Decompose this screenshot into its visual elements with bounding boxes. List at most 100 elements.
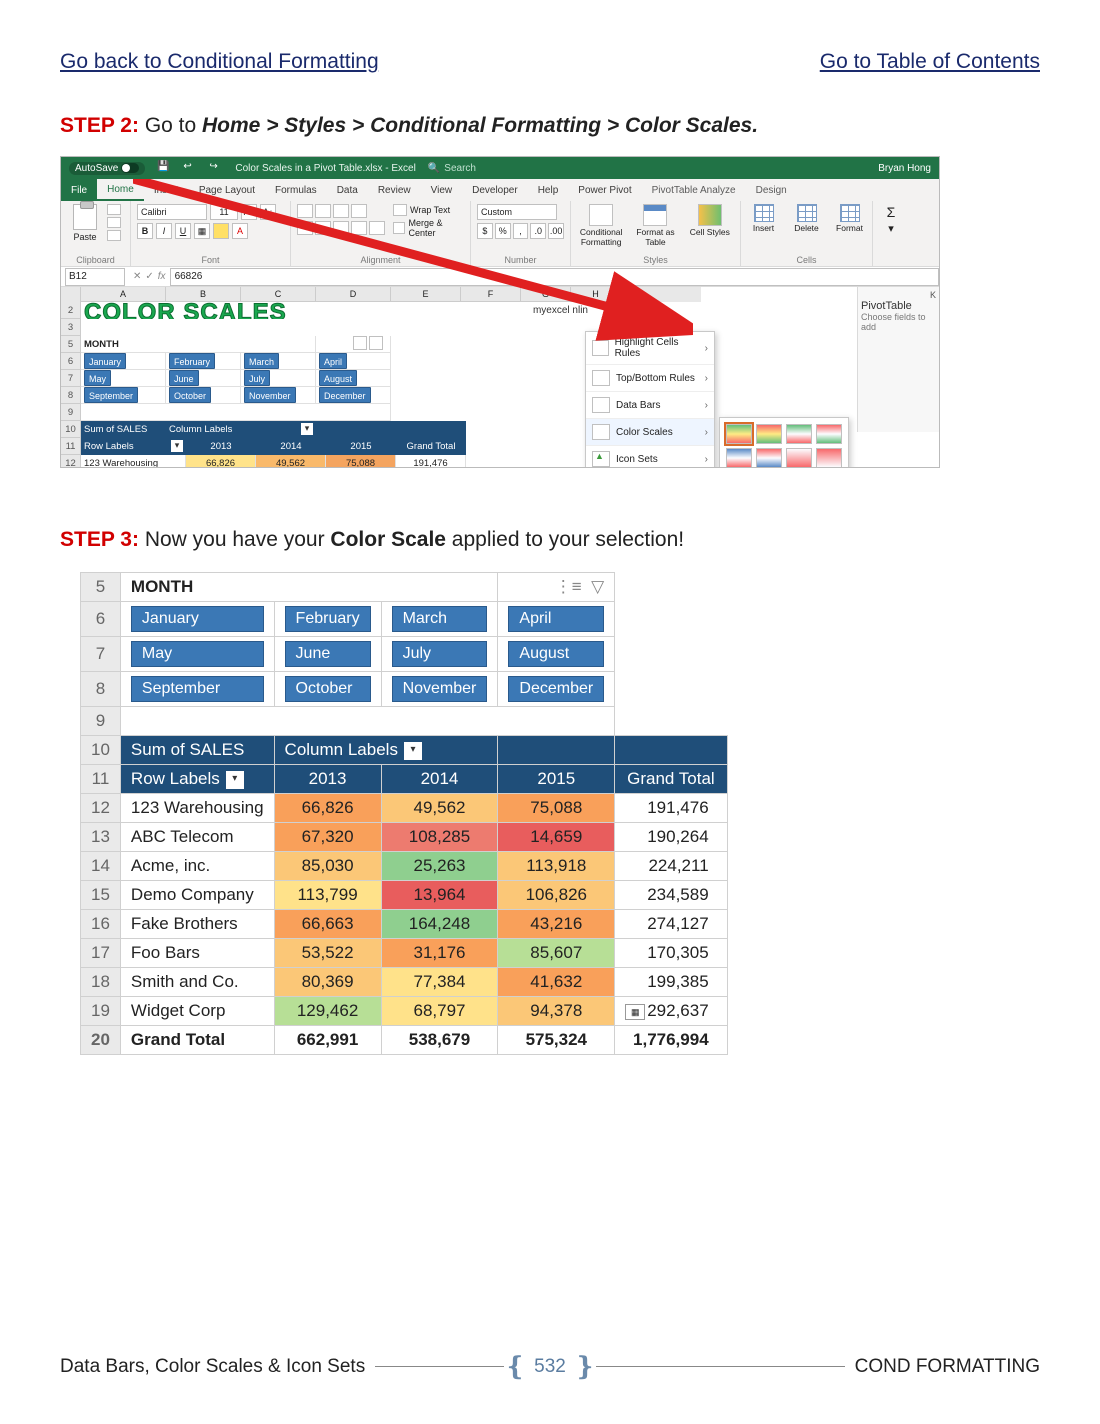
multiselect-icon[interactable] bbox=[353, 336, 367, 350]
tab-pagelayout[interactable]: Page Layout bbox=[189, 179, 265, 201]
data-cell[interactable]: 68,797 bbox=[381, 997, 498, 1026]
cancel-icon[interactable]: ✕ bbox=[133, 271, 141, 282]
tab-home[interactable]: Home bbox=[97, 179, 144, 201]
currency-icon[interactable]: $ bbox=[477, 223, 493, 239]
data-cell[interactable]: 43,216 bbox=[498, 910, 615, 939]
format-as-table-button[interactable]: Format as Table bbox=[631, 204, 679, 247]
indent-inc-icon[interactable] bbox=[369, 221, 385, 235]
align-middle-icon[interactable] bbox=[315, 204, 331, 218]
data-cell[interactable]: 49,562 bbox=[381, 794, 498, 823]
row-header[interactable]: 13 bbox=[81, 823, 121, 852]
data-cell[interactable]: 113,918 bbox=[498, 852, 615, 881]
cf-highlight-rules[interactable]: Highlight Cells Rules› bbox=[586, 332, 714, 365]
orientation-icon[interactable] bbox=[351, 204, 367, 218]
italic-icon[interactable]: I bbox=[156, 223, 172, 239]
data-cell[interactable]: 85,607 bbox=[498, 939, 615, 968]
tab-pivottable-analyze[interactable]: PivotTable Analyze bbox=[642, 179, 746, 201]
grand-total-cell[interactable]: 199,385 bbox=[615, 968, 727, 997]
cf-topbottom-rules[interactable]: Top/Bottom Rules› bbox=[586, 365, 714, 392]
undo-icon[interactable]: ↩ bbox=[183, 161, 197, 175]
toc-link[interactable]: Go to Table of Contents bbox=[820, 50, 1040, 74]
tab-formulas[interactable]: Formulas bbox=[265, 179, 327, 201]
swatch-ryg[interactable] bbox=[756, 424, 782, 444]
tab-review[interactable]: Review bbox=[368, 179, 421, 201]
tab-view[interactable]: View bbox=[421, 179, 463, 201]
redo-icon[interactable]: ↪ bbox=[209, 161, 223, 175]
grand-total-cell[interactable]: 274,127 bbox=[615, 910, 727, 939]
fill-color-icon[interactable] bbox=[213, 223, 229, 239]
format-button[interactable]: Format bbox=[833, 204, 866, 233]
swatch-gwr[interactable] bbox=[786, 424, 812, 444]
autosum-icon[interactable]: Σ bbox=[887, 204, 896, 220]
pt-rowlabels[interactable]: Row Labels▾ bbox=[120, 765, 274, 794]
back-link[interactable]: Go back to Conditional Formatting bbox=[60, 50, 379, 74]
row-header[interactable]: 12 bbox=[81, 794, 121, 823]
row-header[interactable]: 18 bbox=[81, 968, 121, 997]
data-cell[interactable]: 14,659 bbox=[498, 823, 615, 852]
data-cell[interactable]: 164,248 bbox=[381, 910, 498, 939]
table-row-label[interactable]: Foo Bars bbox=[120, 939, 274, 968]
data-cell[interactable]: 75,088 bbox=[498, 794, 615, 823]
pt-rowlabels[interactable]: Row Labels▾ bbox=[81, 438, 186, 455]
col-G[interactable]: G bbox=[521, 287, 571, 302]
table-row-label[interactable]: Demo Company bbox=[120, 881, 274, 910]
data-cell[interactable]: 113,799 bbox=[274, 881, 381, 910]
dec-inc-icon[interactable]: .0 bbox=[530, 223, 546, 239]
data-cell[interactable]: 66,663 bbox=[274, 910, 381, 939]
row-header[interactable]: 5 bbox=[81, 573, 121, 602]
paste-button[interactable]: Paste bbox=[67, 204, 103, 242]
dec-dec-icon[interactable]: .00 bbox=[548, 223, 564, 239]
tab-powerpivot[interactable]: Power Pivot bbox=[568, 179, 641, 201]
swatch-rw[interactable] bbox=[816, 448, 842, 468]
delete-button[interactable]: Delete bbox=[790, 204, 823, 233]
cut-icon[interactable] bbox=[107, 204, 121, 215]
col-C[interactable]: C bbox=[241, 287, 316, 302]
table-row-label[interactable]: ABC Telecom bbox=[120, 823, 274, 852]
search-box[interactable]: 🔍 Search bbox=[428, 163, 548, 174]
data-cell[interactable]: 66,826 bbox=[274, 794, 381, 823]
grand-total-cell[interactable]: 224,211 bbox=[615, 852, 727, 881]
formula-input[interactable]: 66826 bbox=[170, 268, 939, 286]
row-header[interactable]: 19 bbox=[81, 997, 121, 1026]
pt-collabels[interactable]: Column Labels▾ bbox=[274, 736, 498, 765]
bold-icon[interactable]: B bbox=[137, 223, 153, 239]
col-D[interactable]: D bbox=[316, 287, 391, 302]
cf-icon-sets[interactable]: Icon Sets› bbox=[586, 446, 714, 468]
cell-styles-button[interactable]: Cell Styles bbox=[686, 204, 734, 247]
grand-total-cell[interactable]: 234,589 bbox=[615, 881, 727, 910]
clear-filter-icon[interactable] bbox=[369, 336, 383, 350]
swatch-wr[interactable] bbox=[786, 448, 812, 468]
align-bottom-icon[interactable] bbox=[333, 204, 349, 218]
tab-data[interactable]: Data bbox=[327, 179, 368, 201]
pt-collabels[interactable]: Column Labels▾ bbox=[166, 421, 316, 438]
swatch-rwg[interactable] bbox=[816, 424, 842, 444]
table-row-label[interactable]: Acme, inc. bbox=[120, 852, 274, 881]
data-cell[interactable]: 129,462 bbox=[274, 997, 381, 1026]
select-all-corner[interactable] bbox=[61, 287, 81, 302]
wrap-text-button[interactable]: Wrap Text bbox=[393, 204, 464, 216]
data-cell[interactable]: 77,384 bbox=[381, 968, 498, 997]
col-H[interactable]: H bbox=[571, 287, 621, 302]
tab-file[interactable]: File bbox=[61, 179, 97, 201]
tab-help[interactable]: Help bbox=[528, 179, 569, 201]
data-cell[interactable]: 108,285 bbox=[381, 823, 498, 852]
grand-total-cell[interactable]: 191,476 bbox=[615, 794, 727, 823]
swatch-gyr[interactable] bbox=[726, 424, 752, 444]
data-cell[interactable]: 53,522 bbox=[274, 939, 381, 968]
cf-color-scales[interactable]: Color Scales› bbox=[586, 419, 714, 446]
copy-icon[interactable] bbox=[107, 217, 121, 228]
decrease-font-icon[interactable]: A↓ bbox=[260, 204, 276, 220]
data-cell[interactable]: 31,176 bbox=[381, 939, 498, 968]
font-color-icon[interactable]: A bbox=[232, 223, 248, 239]
data-cell[interactable]: 67,320 bbox=[274, 823, 381, 852]
name-box[interactable]: B12 bbox=[65, 268, 125, 286]
align-left-icon[interactable] bbox=[297, 221, 313, 235]
save-icon[interactable]: 💾 bbox=[157, 161, 171, 175]
col-E[interactable]: E bbox=[391, 287, 461, 302]
data-cell[interactable]: 80,369 bbox=[274, 968, 381, 997]
merge-center-button[interactable]: Merge & Center bbox=[393, 218, 464, 238]
row-header[interactable]: 15 bbox=[81, 881, 121, 910]
align-center-icon[interactable] bbox=[315, 221, 331, 235]
data-cell[interactable]: 106,826 bbox=[498, 881, 615, 910]
data-cell[interactable]: 13,964 bbox=[381, 881, 498, 910]
